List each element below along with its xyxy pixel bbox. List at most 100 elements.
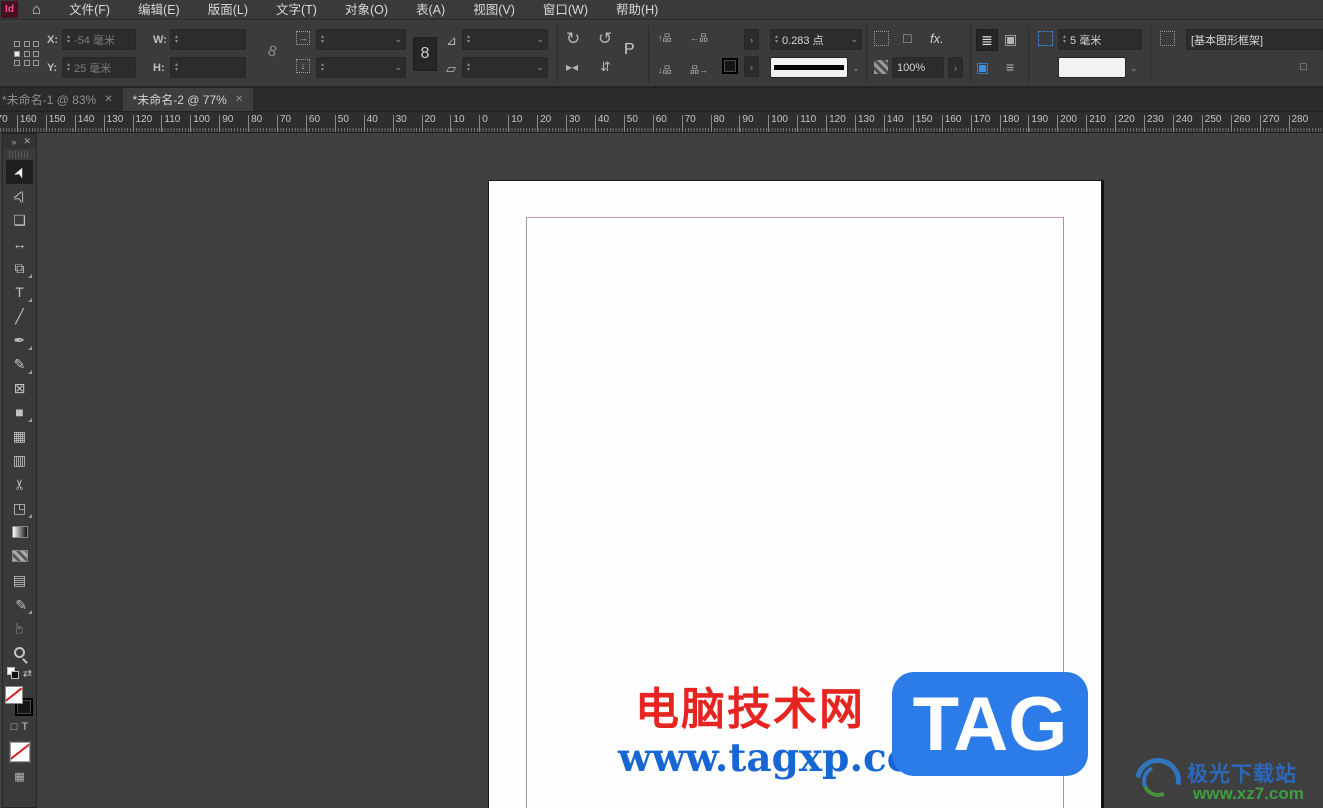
menu-item-3[interactable]: 文字(T) <box>262 0 331 20</box>
scissors-tool[interactable]: ✂ <box>6 472 33 496</box>
effects-icon[interactable]: fx. <box>930 31 944 46</box>
align-icon[interactable]: ≡ <box>1006 59 1014 75</box>
vertical-grid-tool[interactable]: ▥ <box>6 448 33 472</box>
line-tool[interactable]: ╱ <box>6 304 33 328</box>
dropdown-icon[interactable]: ⌄ <box>394 34 402 45</box>
tab-close-icon[interactable]: ✕ <box>235 94 243 105</box>
menu-item-5[interactable]: 表(A) <box>402 0 459 20</box>
constrain-wh-link-icon[interactable]: 8 <box>266 42 279 61</box>
object-style-icon[interactable] <box>1160 31 1175 46</box>
select-content-icon[interactable]: ↓品 <box>658 63 672 76</box>
dropdown-icon[interactable]: ⌄ <box>850 34 858 45</box>
width-field[interactable]: ▴ ▾ <box>170 29 246 50</box>
page-tool[interactable]: ❏ <box>6 208 33 232</box>
stepper-icon[interactable]: ▴ ▾ <box>67 62 70 73</box>
scale-y-field[interactable]: ▴ ▾ ⌄ <box>316 57 406 78</box>
ref-pt[interactable] <box>33 60 40 67</box>
constrain-scale-link-icon[interactable]: 8 <box>413 37 437 71</box>
object-style-dropdown[interactable]: [基本图形框架] <box>1186 29 1323 50</box>
panel-options-icon[interactable]: □ <box>1300 61 1307 73</box>
hand-tool[interactable]: ☞ <box>6 616 33 640</box>
menu-item-0[interactable]: 文件(F) <box>55 0 124 20</box>
corner-size-field[interactable]: ▴ ▾ 5 毫米 <box>1058 29 1142 50</box>
frame-tool[interactable]: ⊠ <box>6 376 33 400</box>
type-tool[interactable]: T <box>6 280 33 304</box>
gap-tool[interactable]: ↔ <box>6 232 33 256</box>
flip-horizontal-icon[interactable]: ▸◂ <box>566 60 578 74</box>
stepper-icon[interactable]: ▴ ▾ <box>321 62 324 73</box>
top-margin-guide[interactable] <box>526 217 1063 218</box>
stroke-swatch-black[interactable] <box>722 58 738 74</box>
height-field[interactable]: ▴ ▾ <box>170 57 246 78</box>
reference-point-grid[interactable] <box>14 41 40 67</box>
collapse-panel-icon[interactable]: » <box>11 137 16 147</box>
select-next-object-icon[interactable]: 品→ <box>690 63 708 76</box>
dropdown-icon[interactable]: ⌄ <box>394 62 402 73</box>
document-tab-0[interactable]: *未命名-1 @ 83% ✕ <box>0 88 123 111</box>
note-tool[interactable]: ▤ <box>6 568 33 592</box>
stroke-style-dropdown[interactable] <box>770 57 848 78</box>
panel-grip[interactable] <box>9 151 30 158</box>
x-position-field[interactable]: ▴ ▾ -54 毫米 <box>62 29 136 50</box>
corner-options-icon[interactable] <box>874 31 889 46</box>
gradient-swatch-tool[interactable] <box>6 520 33 544</box>
tab-close-icon[interactable]: ✕ <box>104 94 112 105</box>
stroke-weight-field[interactable]: ▴ ▾ 0.283 点 ⌄ <box>770 29 862 50</box>
rotate-cw-icon[interactable]: ↻ <box>566 29 580 49</box>
menu-item-1[interactable]: 编辑(E) <box>124 0 194 20</box>
ref-pt[interactable] <box>23 41 30 47</box>
swap-fill-stroke-icon[interactable]: ⇄ <box>23 667 32 680</box>
fill-box-none[interactable] <box>4 686 23 704</box>
no-text-wrap-icon[interactable]: ≣ <box>976 29 998 51</box>
apply-none-button[interactable] <box>8 741 31 763</box>
ref-pt[interactable] <box>14 60 20 67</box>
horizontal-ruler[interactable]: 1701601501401301201101009080706050403020… <box>0 112 1323 133</box>
document-tab-1[interactable]: *未命名-2 @ 77% ✕ <box>122 88 254 111</box>
ref-pt[interactable] <box>33 50 40 57</box>
swatch-dropdown[interactable] <box>1058 57 1126 78</box>
stepper-icon[interactable]: ▴ ▾ <box>1063 34 1066 45</box>
ref-pt-selected[interactable] <box>14 50 20 57</box>
eyedropper-tool[interactable]: ✐ <box>6 592 33 616</box>
stepper-icon[interactable]: ▴ ▾ <box>67 34 70 45</box>
close-panel-icon[interactable]: ✕ <box>23 136 31 147</box>
menu-item-7[interactable]: 窗口(W) <box>529 0 602 20</box>
scale-x-field[interactable]: ▴ ▾ ⌄ <box>316 29 406 50</box>
flip-vertical-icon[interactable]: ⇵ <box>600 59 611 75</box>
ref-pt[interactable] <box>14 41 20 47</box>
y-position-field[interactable]: ▴ ▾ 25 毫米 <box>62 57 136 78</box>
gradient-feather-tool[interactable] <box>6 544 33 568</box>
pen-tool[interactable]: ✒ <box>6 328 33 352</box>
horizontal-grid-tool[interactable]: ▦ <box>6 424 33 448</box>
opacity-field[interactable]: 100% <box>892 57 944 78</box>
direct-selection-tool[interactable]: ➤ <box>6 184 33 208</box>
formatting-affects-container-icon[interactable]: □ <box>11 721 18 733</box>
left-margin-guide[interactable] <box>526 217 527 808</box>
dropdown-icon[interactable]: ⌄ <box>1130 63 1320 74</box>
stepper-icon[interactable]: ▴ ▾ <box>775 34 778 45</box>
frame-fitting-icon[interactable] <box>1038 31 1053 46</box>
opacity-options-button[interactable]: › <box>948 57 963 78</box>
rectangle-tool[interactable]: ■ <box>6 400 33 424</box>
default-fill-stroke-icon[interactable] <box>6 667 19 679</box>
stepper-icon[interactable]: ▴ ▾ <box>321 34 324 45</box>
free-transform-tool[interactable]: ◳ <box>6 496 33 520</box>
select-container-icon[interactable]: ↑品 <box>658 31 672 44</box>
stepper-icon[interactable]: ▴ ▾ <box>175 62 178 73</box>
content-collector-tool[interactable]: ⧉ <box>6 256 33 280</box>
document-canvas[interactable]: 电脑技术网 www.tagxp.com TAG » ✕ ➤ ➤ ❏ ↔ ⧉ T ╱ ✒ ✎ ⊠ ■ ▦… <box>0 133 1323 808</box>
select-previous-object-icon[interactable]: ←品 <box>690 31 708 44</box>
rotate-ccw-icon[interactable]: ↺ <box>598 29 612 49</box>
ref-pt[interactable] <box>23 60 30 67</box>
selection-tool[interactable]: ➤ <box>6 160 33 184</box>
menu-item-2[interactable]: 版面(L) <box>194 0 262 20</box>
zoom-tool[interactable] <box>6 640 33 664</box>
drop-shadow-icon[interactable]: ▣ <box>976 59 989 76</box>
menu-item-6[interactable]: 视图(V) <box>459 0 529 20</box>
home-icon[interactable]: ⌂ <box>32 1 41 19</box>
stepper-icon[interactable]: ▴ ▾ <box>467 34 470 45</box>
pencil-tool[interactable]: ✎ <box>6 352 33 376</box>
rotation-angle-field[interactable]: ▴ ▾ ⌄ <box>462 29 548 50</box>
menu-item-4[interactable]: 对象(O) <box>331 0 402 20</box>
stepper-icon[interactable]: ▴ ▾ <box>175 34 178 45</box>
